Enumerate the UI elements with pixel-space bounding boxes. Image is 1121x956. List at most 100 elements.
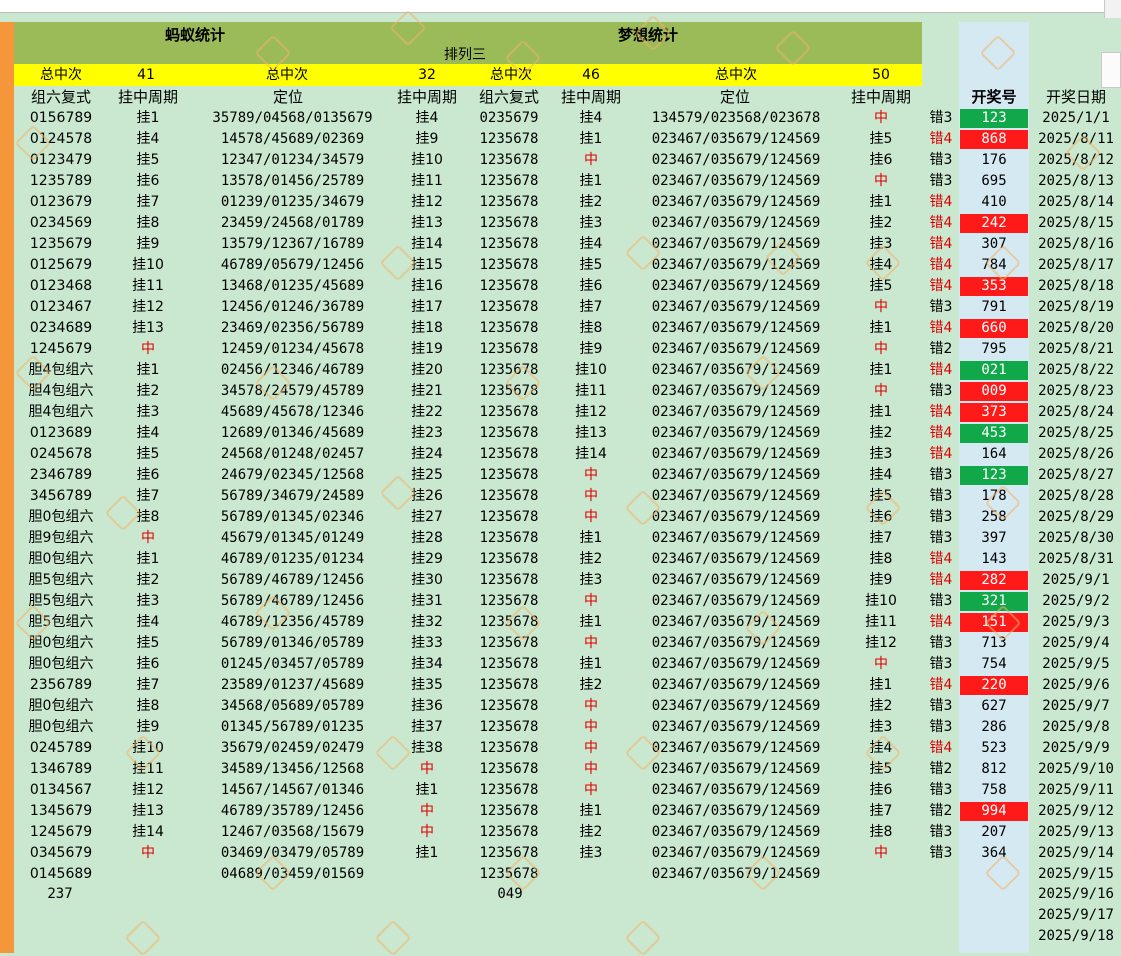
cell-cycle-a[interactable] <box>110 864 186 885</box>
cell-group6-a[interactable]: 胆0包组六 <box>20 717 102 738</box>
cell-cycle-c[interactable]: 中 <box>552 150 630 171</box>
cell-draw-date[interactable]: 2025/9/6 <box>1034 675 1118 696</box>
cell-position-b[interactable]: 023467/035679/124569 <box>636 528 836 549</box>
cell-cycle-c[interactable]: 挂13 <box>552 423 630 444</box>
cell-group6-a[interactable]: 1346789 <box>20 759 102 780</box>
cell-position-a[interactable]: 56789/46789/12456 <box>200 591 385 612</box>
cell-position-a[interactable]: 46789/05679/12456 <box>200 255 385 276</box>
cell-cycle-c[interactable]: 挂1 <box>552 612 630 633</box>
cell-cycle-c[interactable]: 中 <box>552 633 630 654</box>
cell-error-count[interactable]: 错3 <box>924 486 958 507</box>
cell-cycle-d[interactable]: 中 <box>842 171 920 192</box>
cell-cycle-c[interactable]: 中 <box>552 486 630 507</box>
cell-position-b[interactable]: 023467/035679/124569 <box>636 423 836 444</box>
cell-group6-a[interactable]: 0245789 <box>20 738 102 759</box>
cell-cycle-a[interactable]: 挂4 <box>110 129 186 150</box>
cell-cycle-a[interactable]: 挂5 <box>110 444 186 465</box>
cell-position-b[interactable]: 023467/035679/124569 <box>636 360 836 381</box>
cell-cycle-a[interactable]: 挂1 <box>110 360 186 381</box>
cell-draw-date[interactable]: 2025/9/14 <box>1034 843 1118 864</box>
cell-position-b[interactable]: 023467/035679/124569 <box>636 759 836 780</box>
cell-position-a[interactable]: 12467/03568/15679 <box>200 822 385 843</box>
cell-cycle-c[interactable]: 中 <box>552 738 630 759</box>
cell-group6-b[interactable]: 1235678 <box>470 255 548 276</box>
cell-draw-number[interactable]: 353 <box>960 277 1028 296</box>
cell-cycle-b[interactable]: 挂35 <box>388 675 466 696</box>
cell-cycle-b[interactable]: 挂28 <box>388 528 466 549</box>
cell-cycle-d[interactable]: 挂8 <box>842 549 920 570</box>
cell-group6-b[interactable]: 1235678 <box>470 528 548 549</box>
cell-draw-number[interactable]: 321 <box>960 592 1028 611</box>
cell-cycle-b[interactable]: 挂36 <box>388 696 466 717</box>
cell-position-a[interactable]: 12689/01346/45689 <box>200 423 385 444</box>
cell-group6-b[interactable]: 1235678 <box>470 801 548 822</box>
cell-group6-b[interactable]: 1235678 <box>470 192 548 213</box>
cell-draw-number[interactable]: 695 <box>960 172 1028 191</box>
cell-draw-number[interactable]: 994 <box>960 802 1028 821</box>
cell-draw-date[interactable]: 2025/8/19 <box>1034 297 1118 318</box>
cell-cycle-d[interactable]: 挂7 <box>842 801 920 822</box>
cell-group6-b[interactable]: 0235679 <box>470 108 548 129</box>
cell-error-count[interactable]: 错3 <box>924 171 958 192</box>
cell-group6-a[interactable]: 胆9包组六 <box>20 528 102 549</box>
cell-error-count[interactable]: 错3 <box>924 381 958 402</box>
cell-cycle-d[interactable]: 挂5 <box>842 129 920 150</box>
cell-cycle-a[interactable]: 挂3 <box>110 402 186 423</box>
cell-cycle-c[interactable]: 挂8 <box>552 318 630 339</box>
cell-error-count[interactable]: 错2 <box>924 759 958 780</box>
scroll-corner[interactable] <box>1104 0 1121 18</box>
cell-draw-date[interactable]: 2025/8/29 <box>1034 507 1118 528</box>
cell-position-a[interactable]: 14567/14567/01346 <box>200 780 385 801</box>
cell-cycle-b[interactable]: 挂1 <box>388 843 466 864</box>
cell-cycle-d[interactable]: 挂10 <box>842 591 920 612</box>
cell-error-count[interactable]: 错4 <box>924 444 958 465</box>
cell-position-b[interactable]: 023467/035679/124569 <box>636 570 836 591</box>
cell-cycle-c[interactable]: 挂2 <box>552 675 630 696</box>
cell-position-b[interactable]: 023467/035679/124569 <box>636 486 836 507</box>
cell-draw-date[interactable]: 2025/8/16 <box>1034 234 1118 255</box>
cell-error-count[interactable]: 错2 <box>924 339 958 360</box>
cell-cycle-a[interactable]: 挂3 <box>110 591 186 612</box>
cell-draw-date[interactable]: 2025/9/1 <box>1034 570 1118 591</box>
cell-group6-a[interactable]: 胆0包组六 <box>20 549 102 570</box>
cell-group6-a[interactable]: 2356789 <box>20 675 102 696</box>
cell-group6-b[interactable]: 1235678 <box>470 843 548 864</box>
cell-cycle-c[interactable]: 挂1 <box>552 654 630 675</box>
cell-group6-a[interactable]: 0145689 <box>20 864 102 885</box>
cell-position-a[interactable]: 45679/01345/01249 <box>200 528 385 549</box>
cell-group6-b[interactable]: 1235678 <box>470 717 548 738</box>
cell-error-count[interactable]: 错4 <box>924 192 958 213</box>
cell-position-a[interactable]: 13578/01456/25789 <box>200 171 385 192</box>
cell-cycle-d[interactable]: 挂1 <box>842 675 920 696</box>
cell-draw-number[interactable]: 123 <box>960 466 1028 485</box>
cell-group6-b[interactable]: 1235678 <box>470 654 548 675</box>
cell-error-count[interactable]: 错4 <box>924 276 958 297</box>
cell-cycle-d[interactable]: 挂12 <box>842 633 920 654</box>
cell-draw-number[interactable]: 364 <box>960 844 1028 863</box>
cell-error-count[interactable]: 错3 <box>924 507 958 528</box>
cell-cycle-a[interactable]: 挂5 <box>110 633 186 654</box>
cell-error-count[interactable]: 错3 <box>924 633 958 654</box>
cell-error-count[interactable]: 错4 <box>924 213 958 234</box>
filter-dropdown-button[interactable] <box>1101 52 1121 88</box>
cell-cycle-d[interactable]: 挂1 <box>842 402 920 423</box>
cell-group6-b[interactable]: 1235678 <box>470 570 548 591</box>
cell-position-a[interactable]: 35679/02459/02479 <box>200 738 385 759</box>
cell-cycle-c[interactable]: 挂2 <box>552 549 630 570</box>
cell-cycle-b[interactable]: 挂30 <box>388 570 466 591</box>
cell-error-count[interactable]: 错3 <box>924 717 958 738</box>
cell-group6-b[interactable]: 1235678 <box>470 738 548 759</box>
cell-cycle-b[interactable]: 挂34 <box>388 654 466 675</box>
cell-group6-a[interactable]: 0234569 <box>20 213 102 234</box>
cell-position-a[interactable]: 24568/01248/02457 <box>200 444 385 465</box>
cell-cycle-a[interactable]: 挂13 <box>110 318 186 339</box>
cell-position-a[interactable]: 45689/45678/12346 <box>200 402 385 423</box>
cell-cycle-d[interactable]: 挂11 <box>842 612 920 633</box>
cell-draw-date[interactable]: 2025/8/26 <box>1034 444 1118 465</box>
cell-error-count[interactable]: 错4 <box>924 612 958 633</box>
cell-cycle-b[interactable]: 挂21 <box>388 381 466 402</box>
cell-cycle-a[interactable]: 挂10 <box>110 255 186 276</box>
cell-position-a[interactable]: 56789/01345/02346 <box>200 507 385 528</box>
cell-cycle-d[interactable]: 中 <box>842 381 920 402</box>
cell-group6-b[interactable]: 1235678 <box>470 822 548 843</box>
